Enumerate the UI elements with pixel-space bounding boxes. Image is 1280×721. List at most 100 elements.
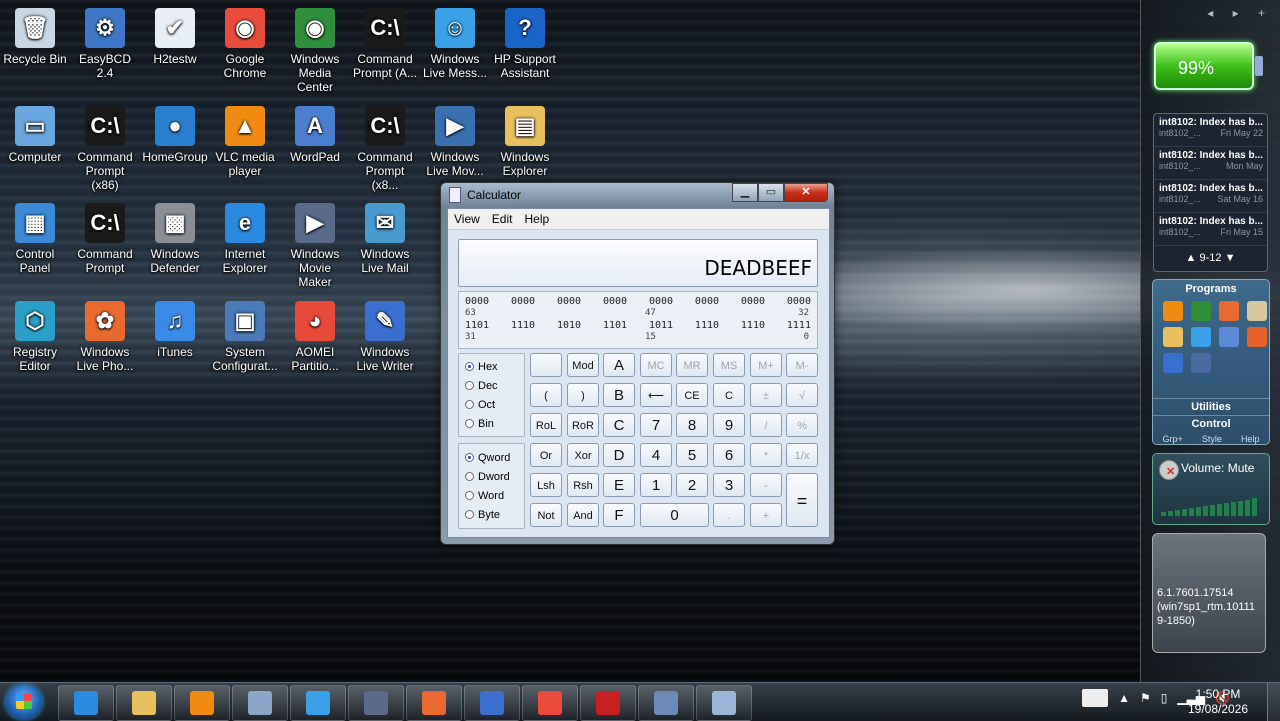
minimize-button[interactable]: ▁ (732, 183, 758, 202)
desktop-icon[interactable]: C:\ Command Prompt (71, 201, 139, 275)
desktop-icon[interactable]: ▶ Windows Movie Maker (281, 201, 349, 289)
taskbar-app-button[interactable] (522, 685, 578, 721)
bit-nibble[interactable]: 0000 (741, 296, 765, 307)
bit-nibble[interactable]: 1110 (695, 320, 719, 331)
program-icon[interactable] (1247, 327, 1267, 347)
feed-item[interactable]: int8102: Index has b... int8102_... Fri Ma… (1154, 213, 1267, 246)
key-lsh[interactable]: Lsh (530, 473, 562, 497)
bit-nibble[interactable]: 1111 (787, 320, 811, 331)
key-pm[interactable]: ± (750, 383, 782, 407)
menu-edit[interactable]: Edit (492, 209, 513, 229)
feed-item[interactable]: int8102: Index has b... int8102_... Mon Ma… (1154, 147, 1267, 180)
bit-nibble[interactable]: 1101 (603, 320, 627, 331)
key-pct[interactable]: % (786, 413, 818, 437)
taskbar-app-button[interactable] (696, 685, 752, 721)
base-radio-hex[interactable]: Hex (459, 357, 524, 376)
program-icon[interactable] (1163, 301, 1183, 321)
bit-nibble[interactable]: 0000 (649, 296, 673, 307)
program-icon[interactable] (1163, 353, 1183, 373)
key-c[interactable]: C (603, 413, 635, 437)
key-sub[interactable]: - (750, 473, 782, 497)
desktop-icon[interactable]: ♫ iTunes (141, 299, 209, 359)
desktop-icon[interactable]: ▦ Control Panel (1, 201, 69, 275)
program-icon[interactable] (1163, 327, 1183, 347)
key-k2[interactable]: 2 (676, 473, 708, 497)
desktop-icon[interactable]: ▭ Computer (1, 104, 69, 164)
bit-nibble[interactable]: 0000 (511, 296, 535, 307)
menu-view[interactable]: View (454, 209, 480, 229)
desktop-icon[interactable]: ✿ Windows Live Pho... (71, 299, 139, 373)
key-k7[interactable]: 7 (640, 413, 672, 437)
key-add[interactable]: + (750, 503, 782, 527)
taskbar-app-button[interactable] (116, 685, 172, 721)
taskbar-app-button[interactable] (580, 685, 636, 721)
bit-nibble[interactable]: 1101 (465, 320, 489, 331)
show-hidden-icons[interactable]: ▲ (1118, 691, 1130, 705)
key-d[interactable]: D (603, 443, 635, 467)
taskbar-app-button[interactable] (406, 685, 462, 721)
word-size-radio-byte[interactable]: Byte (459, 505, 524, 524)
power-icon[interactable]: ▯ (1161, 691, 1168, 705)
bit-nibble[interactable]: 0000 (787, 296, 811, 307)
desktop-icon[interactable]: ● HomeGroup (141, 104, 209, 164)
key-mr[interactable]: MR (676, 353, 708, 377)
bit-nibble[interactable]: 1110 (741, 320, 765, 331)
bit-nibble[interactable]: 0000 (695, 296, 719, 307)
help-link[interactable]: Help (1241, 434, 1260, 444)
feed-headlines-gadget[interactable]: int8102: Index has b... int8102_... Fri Ma… (1153, 113, 1268, 272)
desktop-icon[interactable]: ✔ H2testw (141, 6, 209, 66)
key-k6[interactable]: 6 (713, 443, 745, 467)
desktop-icon[interactable]: ◉ Google Chrome (211, 6, 279, 80)
desktop-icon[interactable]: ▣ System Configurat... (211, 299, 279, 373)
key-ror[interactable]: RoR (567, 413, 599, 437)
key-or[interactable]: Or (530, 443, 562, 467)
key-lparen[interactable]: ( (530, 383, 562, 407)
key-blank[interactable] (530, 353, 562, 377)
start-button[interactable] (6, 685, 42, 719)
taskbar-app-button[interactable] (58, 685, 114, 721)
desktop-icon[interactable]: ▶ Windows Live Mov... (421, 104, 489, 178)
key-b[interactable]: B (603, 383, 635, 407)
bit-nibble[interactable]: 0000 (465, 296, 489, 307)
bit-nibble[interactable]: 0000 (603, 296, 627, 307)
bit-nibble[interactable]: 0000 (557, 296, 581, 307)
key-k9[interactable]: 9 (713, 413, 745, 437)
key-k1[interactable]: 1 (640, 473, 672, 497)
desktop-icon[interactable]: ? HP Support Assistant (491, 6, 559, 80)
feed-item[interactable]: int8102: Index has b... int8102_... Fri Ma… (1154, 114, 1267, 147)
sidebar-nav[interactable]: ◂ ▸ + (1207, 6, 1273, 20)
desktop-icon[interactable]: ☺ Windows Live Mess... (421, 6, 489, 80)
key-k0[interactable]: 0 (640, 503, 709, 527)
maximize-button[interactable]: ▭ (758, 183, 784, 202)
feed-pager[interactable]: ▲ 9-12 ▼ (1154, 246, 1267, 264)
desktop-icon[interactable]: ✉ Windows Live Mail (351, 201, 419, 275)
key-mod[interactable]: Mod (567, 353, 599, 377)
bit-nibble[interactable]: 1110 (511, 320, 535, 331)
key-mul[interactable]: * (750, 443, 782, 467)
desktop-icon[interactable]: A WordPad (281, 104, 349, 164)
program-icon[interactable] (1219, 327, 1239, 347)
action-center-flag-icon[interactable]: ⚑ (1140, 691, 1151, 705)
desktop-icon[interactable]: C:\ Command Prompt (x86) (71, 104, 139, 192)
taskbar-app-button[interactable] (232, 685, 288, 721)
key-ce[interactable]: CE (676, 383, 708, 407)
word-size-radio-dword[interactable]: Dword (459, 467, 524, 486)
key-mc[interactable]: MC (640, 353, 672, 377)
utilities-link[interactable]: Utilities (1153, 398, 1269, 415)
desktop-icon[interactable]: ◕ AOMEI Partitio... (281, 299, 349, 373)
program-icon[interactable] (1191, 327, 1211, 347)
menu-help[interactable]: Help (524, 209, 549, 229)
key-eq[interactable]: = (786, 473, 818, 527)
key-and[interactable]: And (567, 503, 599, 527)
desktop-icon[interactable]: ▤ Windows Explorer (491, 104, 559, 178)
desktop-icon[interactable]: ▩ Windows Defender (141, 201, 209, 275)
taskbar-app-button[interactable] (348, 685, 404, 721)
desktop-icon[interactable]: ▲ VLC media player (211, 104, 279, 178)
program-icon[interactable] (1191, 353, 1211, 373)
close-button[interactable]: ✕ (784, 183, 828, 202)
feed-item[interactable]: int8102: Index has b... int8102_... Sat Ma… (1154, 180, 1267, 213)
program-icon[interactable] (1191, 301, 1211, 321)
key-sqrt[interactable]: √ (786, 383, 818, 407)
key-dot[interactable]: . (713, 503, 745, 527)
key-k4[interactable]: 4 (640, 443, 672, 467)
